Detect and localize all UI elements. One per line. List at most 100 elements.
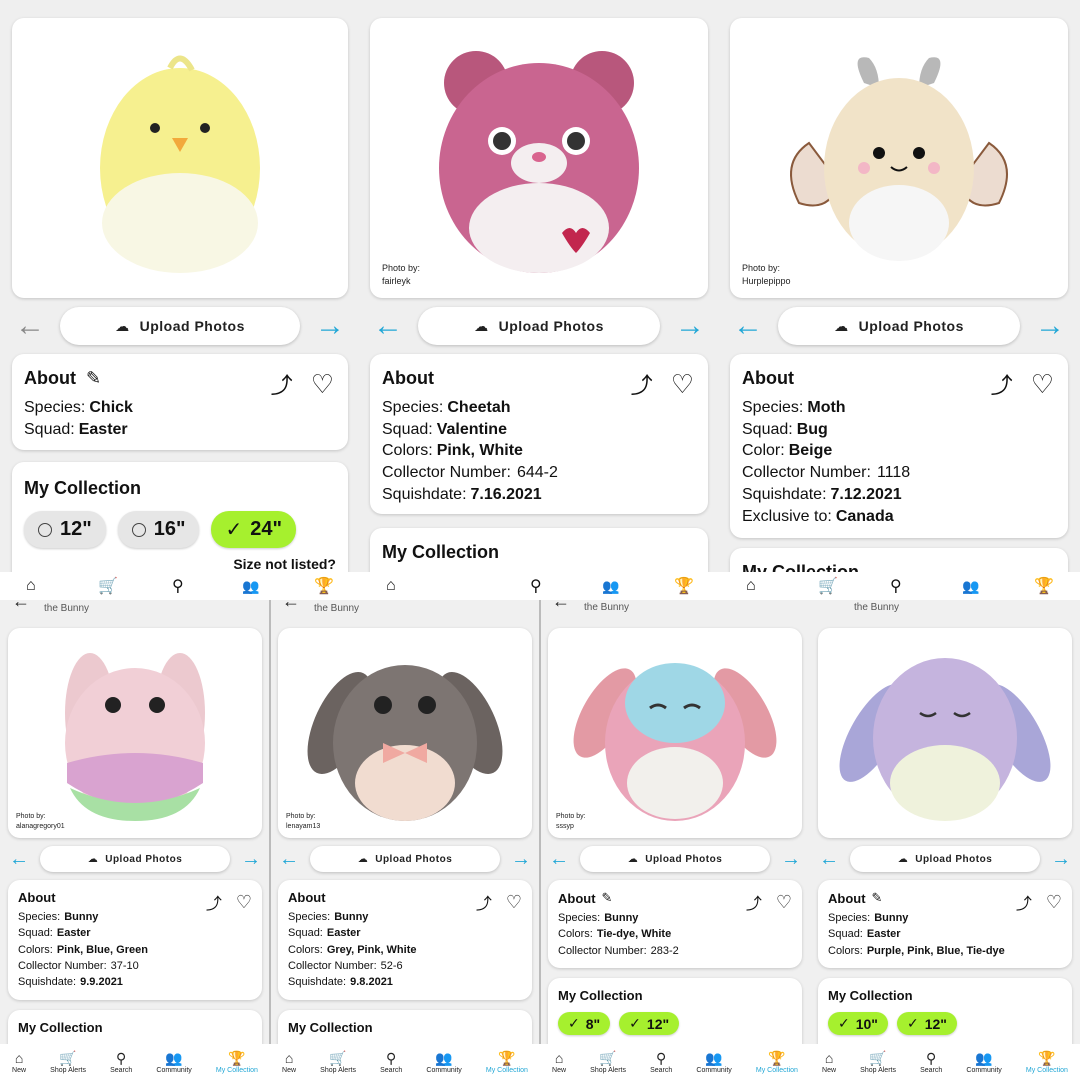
cart-icon[interactable]: 🛒 (98, 576, 118, 596)
cart-icon[interactable]: 🛒 (818, 576, 838, 596)
nav-my-collection[interactable]: 🏆 My Collection (756, 1051, 798, 1074)
size-chip-8[interactable]: ✓ 8" (558, 1012, 611, 1035)
next-arrow-icon[interactable]: → (508, 849, 534, 869)
share-icon[interactable]: ⤴ (991, 368, 1013, 400)
size-chip-12[interactable]: 12" (24, 511, 106, 548)
nav-community[interactable]: 👥 Community (156, 1051, 191, 1074)
prev-arrow-icon[interactable]: ← (276, 849, 302, 869)
field-value: Bunny (874, 912, 909, 924)
share-icon[interactable]: ⤴ (631, 368, 653, 400)
photo-card[interactable]: Photo by: fairleyk (370, 18, 708, 298)
prev-arrow-icon[interactable]: ← (12, 311, 48, 341)
nav-shop-alerts[interactable]: 🛒 Shop Alerts (590, 1051, 626, 1074)
prev-arrow-icon[interactable]: ← (370, 311, 406, 341)
trophy-icon[interactable]: 🏆 (314, 576, 334, 596)
photo-card[interactable]: Photo by: lenayam13 (278, 628, 532, 838)
photo-nav-row: ← ☁ Upload Photos → (370, 306, 708, 346)
next-arrow-icon[interactable]: → (312, 311, 348, 341)
nav-new[interactable]: ⌂ New (282, 1051, 296, 1074)
edit-pencil-icon[interactable]: ✎ (86, 368, 101, 389)
nav-community[interactable]: 👥 Community (426, 1051, 461, 1074)
back-arrow-icon[interactable]: ← (8, 600, 34, 610)
photo-card[interactable]: Photo by: Hurplepippo (730, 18, 1068, 298)
nav-search[interactable]: ⚲ Search (650, 1051, 672, 1074)
size-chip-16[interactable]: 16" (117, 511, 200, 548)
nav-search[interactable]: ⚲ Search (380, 1051, 402, 1074)
nav-my-collection[interactable]: 🏆 My Collection (486, 1051, 528, 1074)
nav-shop-alerts[interactable]: 🛒 Shop Alerts (320, 1051, 356, 1074)
back-arrow-icon[interactable]: ← (548, 600, 574, 610)
photo-card[interactable]: Photo by: alanagregory01 (8, 628, 262, 838)
search-icon: ⚲ (116, 1049, 127, 1066)
heart-icon[interactable]: ♡ (671, 369, 694, 400)
field-value: 37-10 (110, 959, 139, 972)
next-arrow-icon[interactable]: → (1048, 849, 1074, 869)
nav-new[interactable]: ⌂ New (822, 1051, 836, 1074)
home-icon[interactable]: ⌂ (386, 577, 396, 595)
nav-search[interactable]: ⚲ Search (110, 1051, 132, 1074)
edit-pencil-icon[interactable]: ✎ (602, 890, 613, 906)
size-chip-12[interactable]: ✓ 12" (896, 1012, 957, 1035)
share-icon[interactable]: ⤴ (206, 890, 222, 914)
upload-photos-button[interactable]: ☁ Upload Photos (850, 846, 1040, 872)
prev-arrow-icon[interactable]: ← (546, 849, 572, 869)
heart-icon[interactable]: ♡ (1046, 892, 1062, 913)
share-icon[interactable]: ⤴ (746, 890, 762, 914)
prev-arrow-icon[interactable]: ← (816, 849, 842, 869)
share-icon[interactable]: ⤴ (1016, 890, 1032, 914)
search-icon: ⚲ (386, 1049, 397, 1066)
field-label: Colors: (18, 943, 53, 956)
nav-search[interactable]: ⚲ Search (920, 1051, 942, 1074)
next-arrow-icon[interactable]: → (778, 849, 804, 869)
nav-community[interactable]: 👥 Community (696, 1051, 731, 1074)
size-not-listed-link[interactable]: Size not listed? (233, 556, 336, 572)
upload-photos-button[interactable]: ☁ Upload Photos (418, 307, 660, 345)
nav-my-collection[interactable]: 🏆 My Collection (1026, 1051, 1068, 1074)
upload-photos-button[interactable]: ☁ Upload Photos (60, 307, 300, 345)
size-chip-10[interactable]: ✓ 10" (828, 1012, 888, 1035)
search-icon[interactable]: ⚲ (530, 576, 542, 596)
nav-new[interactable]: ⌂ New (12, 1051, 26, 1074)
community-icon[interactable]: 👥 (602, 578, 619, 595)
collection-card: My Collection (730, 548, 1068, 572)
upload-photos-button[interactable]: ☁ Upload Photos (310, 846, 500, 872)
nav-shop-alerts[interactable]: 🛒 Shop Alerts (50, 1051, 86, 1074)
photo-card[interactable]: Photo by: sssyp (548, 628, 802, 838)
heart-icon[interactable]: ♡ (776, 892, 792, 913)
community-icon[interactable]: 👥 (962, 578, 979, 595)
upload-photos-button[interactable]: ☁ Upload Photos (580, 846, 770, 872)
prev-arrow-icon[interactable]: ← (730, 311, 766, 341)
heart-icon[interactable]: ♡ (311, 369, 334, 400)
photo-card[interactable] (818, 628, 1072, 838)
photo-card[interactable] (12, 18, 348, 298)
heart-icon[interactable]: ♡ (236, 892, 252, 913)
upload-photos-button[interactable]: ☁ Upload Photos (40, 846, 230, 872)
community-icon[interactable]: 👥 (242, 578, 259, 595)
nav-new[interactable]: ⌂ New (552, 1051, 566, 1074)
nav-community[interactable]: 👥 Community (966, 1051, 1001, 1074)
size-chip-12[interactable]: ✓ 12" (619, 1012, 680, 1035)
size-chip-24[interactable]: ✓ 24" (211, 511, 296, 548)
trophy-icon[interactable]: 🏆 (674, 576, 694, 596)
heart-icon[interactable]: ♡ (1031, 369, 1054, 400)
next-arrow-icon[interactable]: → (238, 849, 264, 869)
upload-photos-button[interactable]: ☁ Upload Photos (778, 307, 1020, 345)
nav-my-collection[interactable]: 🏆 My Collection (216, 1051, 258, 1074)
home-icon[interactable]: ⌂ (26, 577, 36, 595)
nav-shop-alerts[interactable]: 🛒 Shop Alerts (860, 1051, 896, 1074)
share-icon[interactable]: ⤴ (271, 368, 293, 400)
edit-pencil-icon[interactable]: ✎ (872, 890, 883, 906)
about-label: About (18, 890, 56, 905)
search-icon[interactable]: ⚲ (172, 576, 184, 596)
share-icon[interactable]: ⤴ (476, 890, 492, 914)
heart-icon[interactable]: ♡ (506, 892, 522, 913)
field-value: 52-6 (380, 959, 403, 972)
trophy-icon[interactable]: 🏆 (1034, 576, 1054, 596)
next-arrow-icon[interactable]: → (672, 311, 708, 341)
search-icon[interactable]: ⚲ (890, 576, 902, 596)
next-arrow-icon[interactable]: → (1032, 311, 1068, 341)
top-panel-chick: ← ☁ Upload Photos → About ✎ ⤴ ♡ Species:… (0, 0, 360, 572)
back-arrow-icon[interactable]: ← (278, 600, 304, 610)
prev-arrow-icon[interactable]: ← (6, 849, 32, 869)
home-icon[interactable]: ⌂ (746, 577, 756, 595)
